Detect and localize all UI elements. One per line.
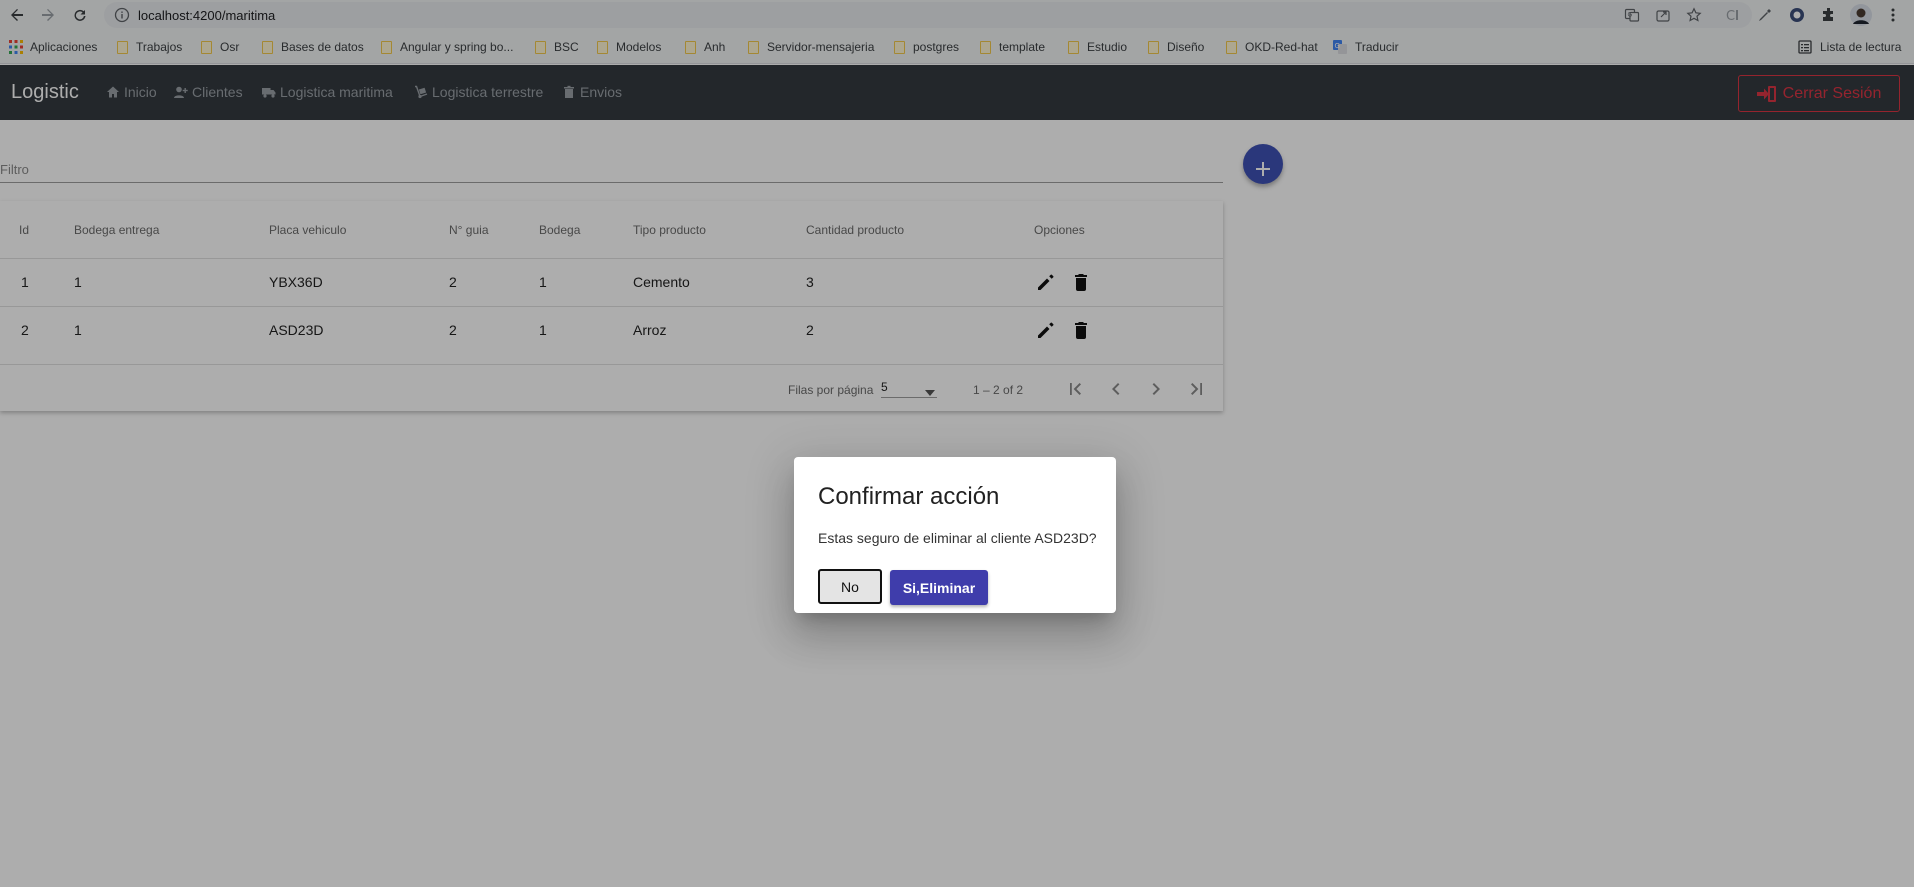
cancel-button[interactable]: No (818, 569, 882, 604)
modal-backdrop[interactable] (0, 0, 1914, 887)
dialog-title: Confirmar acción (818, 483, 1000, 510)
confirm-dialog: Confirmar acción Estas seguro de elimina… (794, 457, 1116, 613)
dialog-message: Estas seguro de eliminar al cliente ASD2… (818, 530, 1097, 546)
confirm-delete-button[interactable]: Si,Eliminar (890, 570, 988, 605)
